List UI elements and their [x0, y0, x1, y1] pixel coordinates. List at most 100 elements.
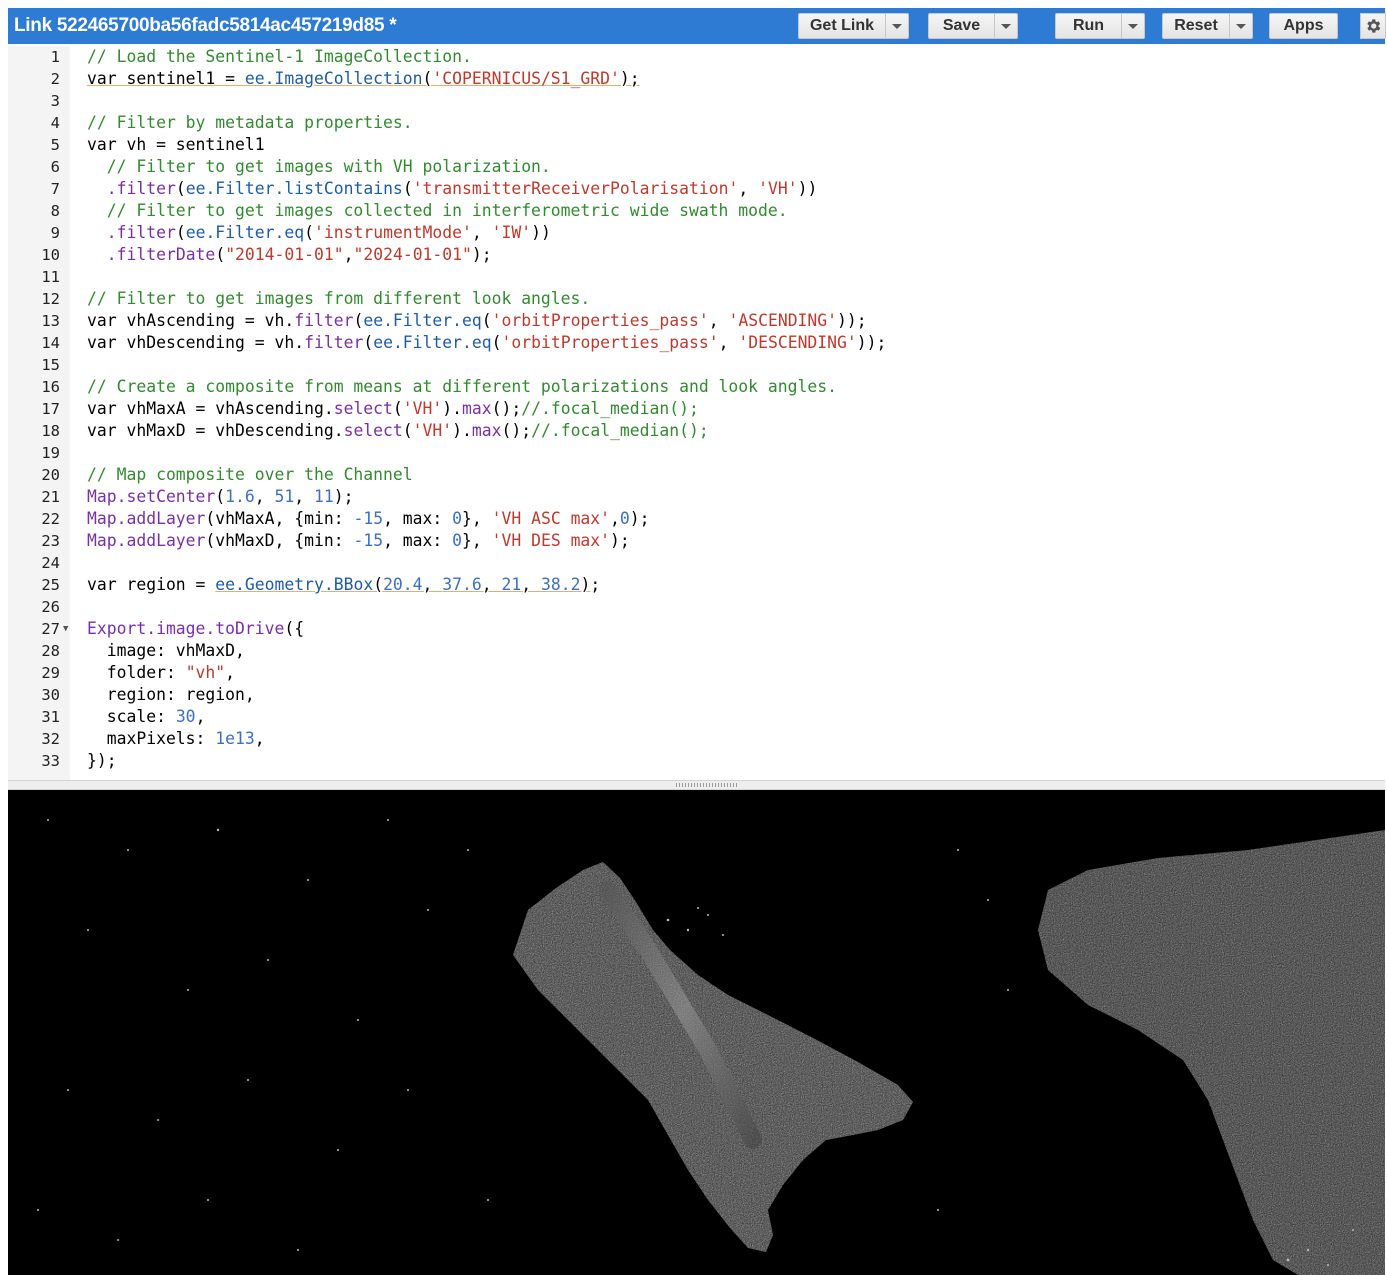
- line-number: 17: [41, 400, 60, 418]
- code-line[interactable]: 30 region: region,: [8, 684, 1385, 706]
- code-line[interactable]: 33});: [8, 750, 1385, 772]
- code-line[interactable]: 15: [8, 354, 1385, 376]
- code-line[interactable]: 7 .filter(ee.Filter.listContains('transm…: [8, 178, 1385, 200]
- gear-icon[interactable]: [1360, 13, 1386, 39]
- save-dropdown-icon[interactable]: [994, 14, 1017, 38]
- panel-resize-handle[interactable]: [8, 780, 1385, 790]
- code-line[interactable]: 4 // Filter by metadata properties.: [8, 112, 1385, 134]
- code-text: var region = ee.Geometry.BBox(20.4, 37.6…: [87, 575, 601, 594]
- get-link-button[interactable]: Get Link: [798, 13, 909, 39]
- code-line[interactable]: 1 // Load the Sentinel-1 ImageCollection.: [8, 46, 1385, 68]
- line-number: 19: [41, 444, 60, 462]
- code-editor-app: Link 522465700ba56fadc5814ac457219d85 * …: [8, 8, 1386, 1275]
- script-header-bar: Link 522465700ba56fadc5814ac457219d85 * …: [8, 8, 1386, 44]
- code-line[interactable]: 8 // Filter to get images collected in i…: [8, 200, 1385, 222]
- code-line[interactable]: 28 image: vhMaxD,: [8, 640, 1385, 662]
- code-text: // Map composite over the Channel: [87, 465, 413, 484]
- code-line[interactable]: 19: [8, 442, 1385, 464]
- code-line[interactable]: 12 // Filter to get images from different…: [8, 288, 1385, 310]
- code-line[interactable]: 23 Map.addLayer(vhMaxD, {min: -15, max: 0…: [8, 530, 1385, 552]
- code-line[interactable]: 14 var vhDescending = vh.filter(ee.Filter…: [8, 332, 1385, 354]
- reset-label: Reset: [1174, 17, 1218, 34]
- code-text: // Filter to get images collected in int…: [87, 201, 788, 220]
- code-line[interactable]: 18 var vhMaxD = vhDescending.select('VH')…: [8, 420, 1385, 442]
- line-number: 14: [41, 334, 60, 352]
- code-text: var vhMaxD = vhDescending.select('VH').m…: [87, 421, 709, 440]
- line-number: 16: [41, 378, 60, 396]
- line-number: 18: [41, 422, 60, 440]
- code-text: // Filter to get images from different l…: [87, 289, 591, 308]
- code-line[interactable]: 3: [8, 90, 1385, 112]
- get-link-label: Get Link: [809, 17, 874, 34]
- grip-icon[interactable]: [676, 783, 738, 787]
- code-text: // Filter to get images with VH polariza…: [87, 157, 551, 176]
- code-editor[interactable]: 1 // Load the Sentinel-1 ImageCollection.…: [8, 46, 1385, 780]
- line-number: 21: [41, 488, 60, 506]
- line-number: 9: [50, 224, 60, 242]
- line-number: 11: [41, 268, 60, 286]
- reset-dropdown-icon[interactable]: [1229, 14, 1252, 38]
- line-number: 3: [50, 92, 60, 110]
- code-text: var vhDescending = vh.filter(ee.Filter.e…: [87, 333, 887, 352]
- run-button[interactable]: Run: [1055, 13, 1145, 39]
- code-text: .filterDate("2014-01-01","2024-01-01");: [106, 245, 492, 264]
- line-number: 25: [41, 576, 60, 594]
- run-label: Run: [1072, 17, 1105, 34]
- code-text: maxPixels: 1e13,: [87, 729, 265, 748]
- code-line[interactable]: 16 // Create a composite from means at di…: [8, 376, 1385, 398]
- map-view[interactable]: [8, 790, 1385, 1275]
- run-dropdown-icon[interactable]: [1121, 14, 1144, 38]
- code-line[interactable]: 25 var region = ee.Geometry.BBox(20.4, 37…: [8, 574, 1385, 596]
- code-line[interactable]: 2 var sentinel1 = ee.ImageCollection('COP…: [8, 68, 1385, 90]
- line-number: 6: [50, 158, 60, 176]
- code-line[interactable]: 20 // Map composite over the Channel: [8, 464, 1385, 486]
- code-line[interactable]: 29 folder: "vh",: [8, 662, 1385, 684]
- code-line[interactable]: 27 ▼ Export.image.toDrive({: [8, 618, 1385, 640]
- reset-button[interactable]: Reset: [1162, 13, 1253, 39]
- line-number: 4: [50, 114, 60, 132]
- code-text: image: vhMaxD,: [87, 641, 245, 660]
- line-number: 8: [50, 202, 60, 220]
- line-number: 13: [41, 312, 60, 330]
- code-line[interactable]: 26: [8, 596, 1385, 618]
- line-number: 27: [41, 620, 60, 638]
- script-title[interactable]: Link 522465700ba56fadc5814ac457219d85 *: [14, 15, 397, 37]
- code-line[interactable]: 5 var vh = sentinel1: [8, 134, 1385, 156]
- code-text: });: [87, 751, 117, 770]
- line-number: 1: [50, 48, 60, 66]
- save-button[interactable]: Save: [928, 13, 1018, 39]
- code-text: var vhAscending = vh.filter(ee.Filter.eq…: [87, 311, 867, 330]
- line-number: 33: [41, 752, 60, 770]
- line-number: 32: [41, 730, 60, 748]
- line-number: 7: [50, 180, 60, 198]
- code-line[interactable]: 6 // Filter to get images with VH polari…: [8, 156, 1385, 178]
- fold-chevron-icon[interactable]: ▼: [63, 618, 68, 640]
- code-text: // Create a composite from means at diff…: [87, 377, 837, 396]
- line-number: 30: [41, 686, 60, 704]
- line-number: 28: [41, 642, 60, 660]
- code-line[interactable]: 22 Map.addLayer(vhMaxA, {min: -15, max: 0…: [8, 508, 1385, 530]
- code-line[interactable]: 32 maxPixels: 1e13,: [8, 728, 1385, 750]
- line-number: 12: [41, 290, 60, 308]
- apps-button[interactable]: Apps: [1269, 13, 1338, 39]
- code-text: // Filter by metadata properties.: [87, 113, 413, 132]
- code-line[interactable]: 24: [8, 552, 1385, 574]
- code-text: region: region,: [87, 685, 255, 704]
- code-line[interactable]: 31 scale: 30,: [8, 706, 1385, 728]
- code-text: var vhMaxA = vhAscending.select('VH').ma…: [87, 399, 699, 418]
- line-number: 24: [41, 554, 60, 572]
- line-number: 2: [50, 70, 60, 88]
- gear-icon-svg: [1367, 19, 1381, 33]
- code-line[interactable]: 9 .filter(ee.Filter.eq('instrumentMode',…: [8, 222, 1385, 244]
- code-line[interactable]: 17 var vhMaxA = vhAscending.select('VH').…: [8, 398, 1385, 420]
- code-text: var sentinel1 = ee.ImageCollection('COPE…: [87, 69, 640, 88]
- line-number: 22: [41, 510, 60, 528]
- get-link-dropdown-icon[interactable]: [885, 14, 908, 38]
- code-line[interactable]: 21 Map.setCenter(1.6, 51, 11);: [8, 486, 1385, 508]
- code-text: Export.image.toDrive({: [87, 619, 305, 638]
- save-label: Save: [942, 17, 981, 34]
- apps-label: Apps: [1283, 17, 1324, 34]
- code-line[interactable]: 13 var vhAscending = vh.filter(ee.Filter.…: [8, 310, 1385, 332]
- code-line[interactable]: 10 .filterDate("2014-01-01","2024-01-01"…: [8, 244, 1385, 266]
- code-line[interactable]: 11: [8, 266, 1385, 288]
